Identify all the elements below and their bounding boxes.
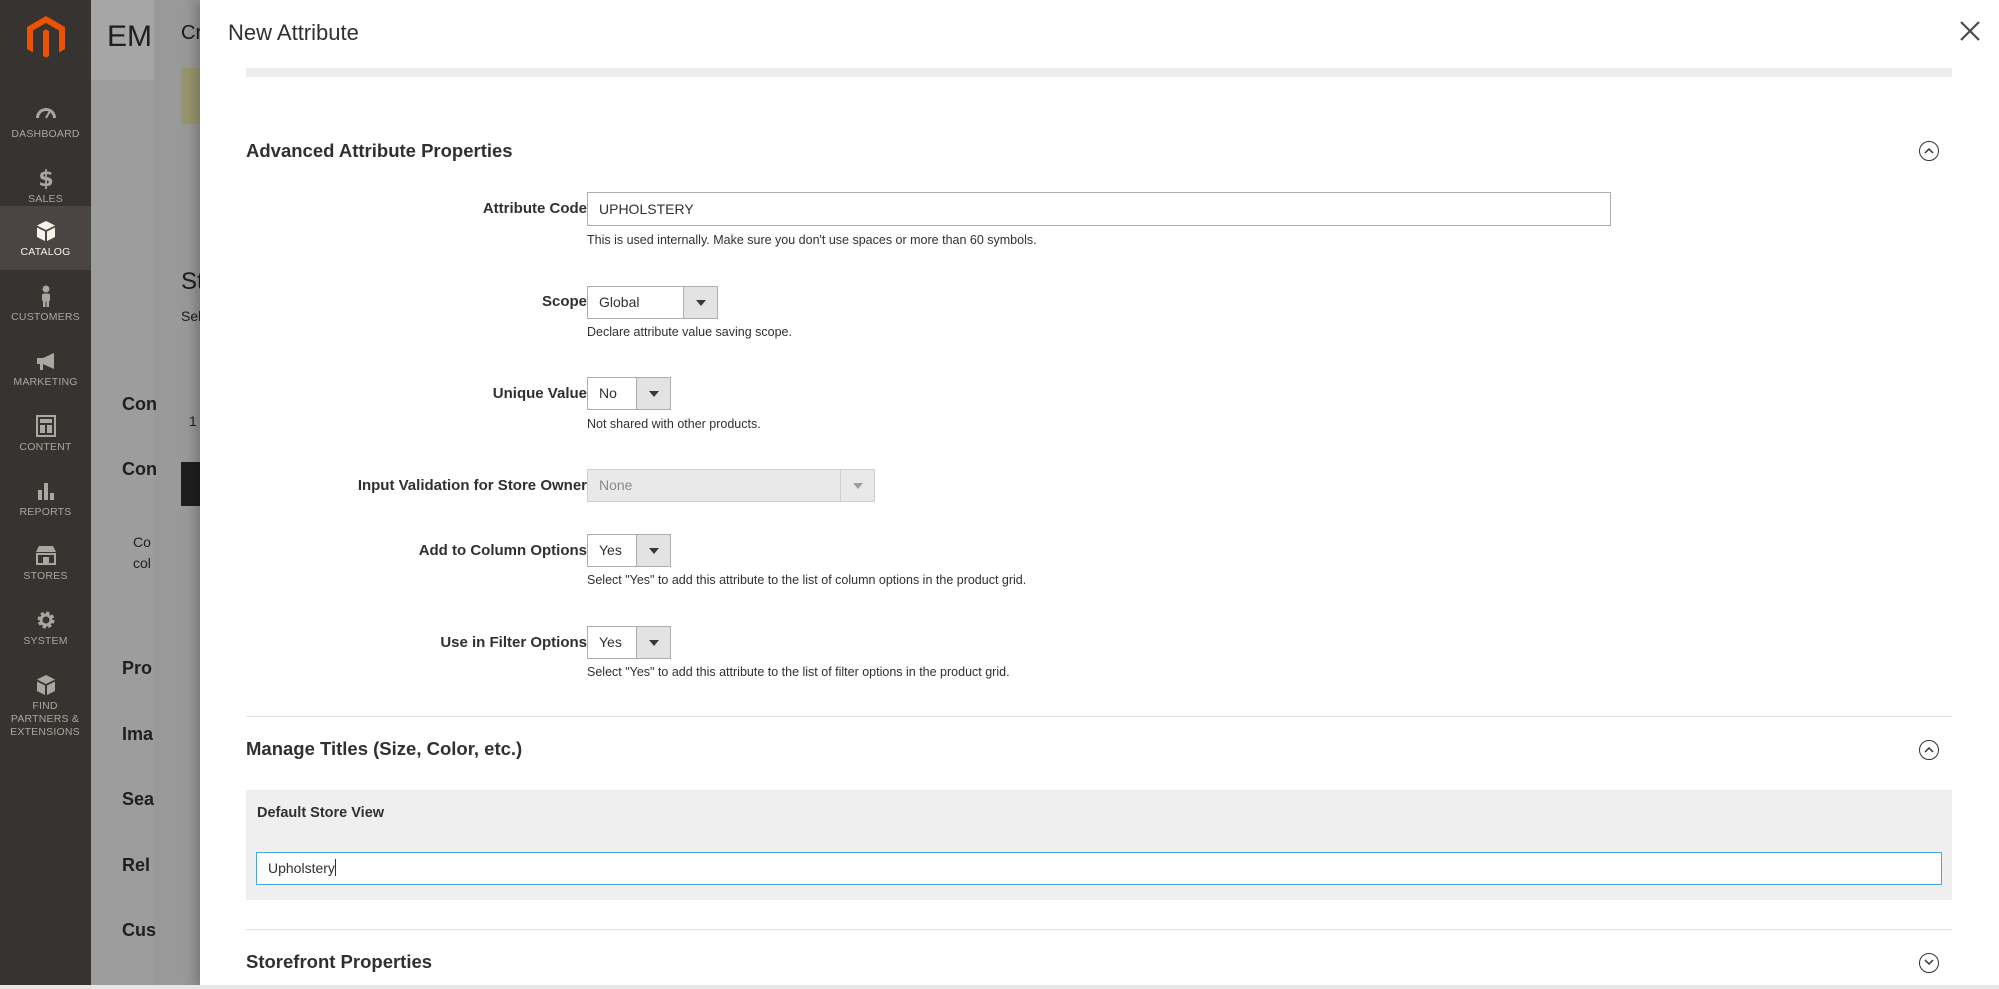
unique-value-note: Not shared with other products. bbox=[587, 417, 761, 431]
storefront-properties-title[interactable]: Storefront Properties bbox=[246, 951, 432, 973]
sidebar-item-reports[interactable]: REPORTS bbox=[0, 466, 91, 530]
unique-value-value: No bbox=[599, 385, 617, 401]
dollar-icon: $ bbox=[38, 167, 53, 189]
stacked-modal-edge bbox=[154, 0, 202, 989]
chevron-up-icon[interactable] bbox=[1919, 740, 1939, 760]
sidebar-item-label: STORES bbox=[23, 570, 68, 582]
default-store-view-input[interactable]: Upholstery bbox=[256, 852, 1942, 885]
sidebar-item-label: REPORTS bbox=[19, 506, 72, 518]
sidebar-item-label: CUSTOMERS bbox=[11, 311, 80, 323]
chevron-down-icon bbox=[840, 470, 874, 501]
sidebar-item-find-partners[interactable]: FIND PARTNERS & EXTENSIONS bbox=[0, 660, 91, 738]
sidebar-item-stores[interactable]: STORES bbox=[0, 530, 91, 594]
scope-value: Global bbox=[599, 294, 640, 310]
sidebar-item-system[interactable]: SYSTEM bbox=[0, 595, 91, 659]
cube-icon bbox=[36, 675, 55, 695]
sidebar-item-customers[interactable]: CUSTOMERS bbox=[0, 271, 91, 335]
sidebar-item-label: CONTENT bbox=[19, 441, 72, 453]
admin-sidebar: DASHBOARD $ SALES CATALOG CUSTOMERS MARK… bbox=[0, 0, 91, 989]
manage-titles-title[interactable]: Manage Titles (Size, Color, etc.) bbox=[246, 738, 522, 760]
gear-icon bbox=[37, 611, 54, 629]
sidebar-item-label: MARKETING bbox=[13, 376, 78, 388]
svg-text:$: $ bbox=[38, 167, 53, 189]
scrolled-section-edge bbox=[246, 68, 1952, 77]
filter-options-value: Yes bbox=[599, 634, 622, 650]
input-validation-value: None bbox=[599, 477, 633, 493]
sidebar-item-dashboard[interactable]: DASHBOARD bbox=[0, 88, 91, 152]
column-options-value: Yes bbox=[599, 542, 622, 558]
speedometer-icon bbox=[35, 108, 56, 119]
column-options-label: Add to Column Options bbox=[418, 542, 587, 559]
storefront-icon bbox=[35, 546, 56, 565]
chevron-down-icon[interactable] bbox=[636, 378, 670, 409]
scope-select[interactable]: Global bbox=[587, 286, 718, 319]
column-options-note: Select "Yes" to add this attribute to th… bbox=[587, 573, 1027, 587]
sidebar-item-marketing[interactable]: MARKETING bbox=[0, 336, 91, 400]
section-divider bbox=[246, 929, 1952, 930]
sidebar-item-content[interactable]: CONTENT bbox=[0, 401, 91, 465]
bar-chart-icon bbox=[37, 483, 54, 500]
input-validation-select: None bbox=[587, 469, 875, 502]
filter-options-select[interactable]: Yes bbox=[587, 626, 671, 659]
sidebar-item-label: DASHBOARD bbox=[11, 128, 80, 140]
person-icon bbox=[41, 285, 50, 307]
store-view-row: Upholstery bbox=[246, 838, 1952, 900]
section-divider bbox=[246, 716, 1952, 717]
unique-value-select[interactable]: No bbox=[587, 377, 671, 410]
window-bottom-edge bbox=[0, 985, 1999, 989]
magento-logo[interactable] bbox=[24, 14, 68, 60]
store-view-header: Default Store View bbox=[246, 790, 1952, 838]
column-options-select[interactable]: Yes bbox=[587, 534, 671, 567]
sidebar-item-label: FIND PARTNERS & EXTENSIONS bbox=[10, 700, 80, 738]
close-icon[interactable] bbox=[1955, 16, 1985, 46]
filter-options-note: Select "Yes" to add this attribute to th… bbox=[587, 665, 1010, 679]
box-icon bbox=[36, 221, 55, 241]
modal-title: New Attribute bbox=[228, 20, 359, 45]
new-attribute-modal: New Attribute Advanced Attribute Propert… bbox=[200, 0, 1999, 989]
filter-options-label: Use in Filter Options bbox=[440, 634, 587, 651]
scope-label: Scope bbox=[541, 293, 587, 310]
default-store-view-label: Default Store View bbox=[257, 805, 385, 821]
chevron-down-icon[interactable] bbox=[636, 535, 670, 566]
chevron-down-icon[interactable] bbox=[683, 287, 717, 318]
sidebar-item-label: SALES bbox=[28, 193, 63, 205]
attribute-code-input[interactable]: UPHOLSTERY bbox=[587, 192, 1611, 226]
text-cursor bbox=[334, 859, 336, 876]
sidebar-item-label: SYSTEM bbox=[23, 635, 68, 647]
sidebar-item-catalog[interactable]: CATALOG bbox=[0, 206, 91, 270]
advanced-properties-title[interactable]: Advanced Attribute Properties bbox=[246, 140, 513, 162]
input-validation-label: Input Validation for Store Owner bbox=[357, 477, 587, 494]
chevron-down-icon[interactable] bbox=[636, 627, 670, 658]
attribute-code-label: Attribute Code bbox=[482, 200, 587, 217]
megaphone-icon bbox=[36, 353, 54, 370]
attribute-code-note: This is used internally. Make sure you d… bbox=[587, 233, 1037, 247]
chevron-down-icon[interactable] bbox=[1919, 953, 1939, 973]
unique-value-label: Unique Value bbox=[492, 385, 587, 402]
sidebar-item-label: CATALOG bbox=[20, 246, 71, 258]
scope-note: Declare attribute value saving scope. bbox=[587, 325, 792, 339]
default-store-view-value: Upholstery bbox=[268, 860, 335, 876]
layout-icon bbox=[35, 415, 56, 437]
chevron-up-icon[interactable] bbox=[1919, 141, 1939, 161]
